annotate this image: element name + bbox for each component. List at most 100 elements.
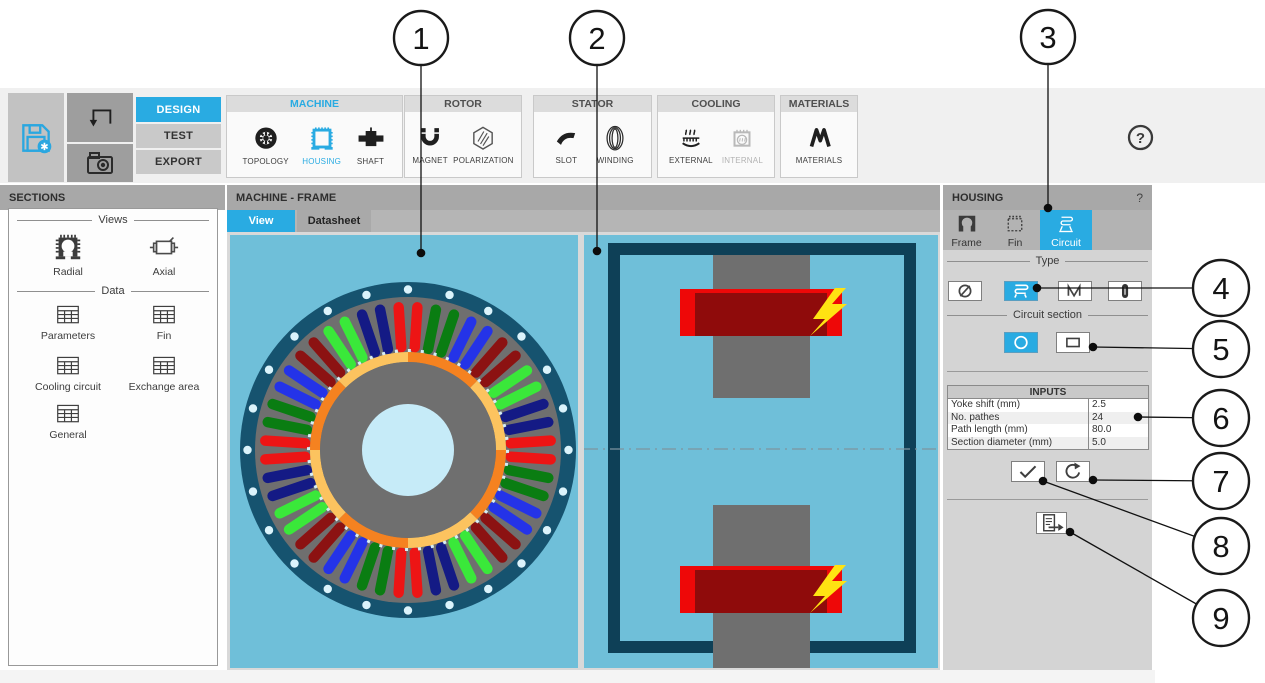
screenshot-button[interactable] bbox=[67, 144, 133, 182]
sidebar-item-radial[interactable]: Radial bbox=[18, 231, 118, 278]
export-section-button[interactable] bbox=[1036, 512, 1067, 534]
general-table-icon bbox=[57, 404, 79, 423]
callout-label-6: 6 bbox=[1212, 401, 1229, 436]
tab-frame[interactable]: Frame bbox=[943, 210, 990, 250]
housing-tab-bar: Frame Fin Circuit bbox=[943, 210, 1152, 250]
tab-datasheet[interactable]: Datasheet bbox=[297, 210, 371, 232]
ribbon-group-stator: STATOR SLOT WINDING bbox=[533, 95, 652, 178]
ribbon-group-materials: MATERIALS MATERIALS bbox=[780, 95, 858, 178]
ribbon-group-title-machine: MACHINE bbox=[227, 96, 402, 112]
section-rectangle-button[interactable] bbox=[1056, 332, 1090, 353]
section-circle-button[interactable] bbox=[1004, 332, 1038, 353]
callout-circle-7 bbox=[1191, 451, 1251, 511]
no-circuit-icon bbox=[958, 284, 972, 298]
sections-panel: Views Radial Axial Data Parameters Fin C… bbox=[8, 208, 218, 666]
checkmark-icon bbox=[1019, 465, 1037, 479]
sidebar-item-fin[interactable]: Fin bbox=[114, 303, 214, 342]
input-label: Section diameter (mm) bbox=[951, 436, 1053, 448]
ribbon-group-machine: MACHINE TOPOLOGY HOUSING SHAFT bbox=[226, 95, 403, 178]
design-mode-button[interactable]: DESIGN bbox=[136, 97, 221, 122]
machine-frame-title: MACHINE - FRAME bbox=[236, 191, 337, 204]
help-button[interactable]: ? bbox=[1127, 124, 1154, 151]
sidebar-item-parameters[interactable]: Parameters bbox=[18, 303, 118, 342]
camera-icon bbox=[87, 152, 113, 174]
callout-label-4: 4 bbox=[1212, 271, 1229, 306]
no-pathes-field[interactable]: 24 bbox=[1088, 411, 1148, 424]
axial-circuit-icon bbox=[1121, 283, 1129, 299]
fin-table-icon bbox=[153, 305, 175, 324]
circuit-type-serpentine-button[interactable] bbox=[1004, 281, 1038, 301]
ribbon-item-housing[interactable]: HOUSING bbox=[300, 123, 343, 166]
apply-button[interactable] bbox=[1011, 461, 1045, 482]
magnet-icon bbox=[420, 128, 440, 146]
sidebar-item-exchange-area[interactable]: Exchange area bbox=[114, 354, 214, 393]
machine-frame-header: MACHINE - FRAME bbox=[227, 185, 940, 210]
data-group-divider: Data bbox=[17, 285, 209, 297]
table-row: Path length (mm) 80.0 bbox=[948, 424, 1148, 437]
ribbon-item-shaft[interactable]: SHAFT bbox=[353, 123, 389, 166]
sections-title: SECTIONS bbox=[9, 191, 66, 204]
path-length-field[interactable]: 80.0 bbox=[1088, 424, 1148, 437]
callout-label-9: 9 bbox=[1212, 601, 1229, 636]
ribbon-item-magnet[interactable]: MAGNET bbox=[410, 124, 449, 165]
callout-circle-3 bbox=[1019, 8, 1077, 66]
parameters-table-icon bbox=[57, 305, 79, 324]
test-mode-button[interactable]: TEST bbox=[136, 124, 221, 148]
sidebar-item-general[interactable]: General bbox=[18, 402, 118, 441]
callout-label-5: 5 bbox=[1212, 332, 1229, 367]
callout-circle-5 bbox=[1191, 319, 1251, 379]
circuit-type-zigzag-button[interactable] bbox=[1058, 281, 1092, 301]
callout-circle-4 bbox=[1191, 258, 1251, 318]
exchange-area-table-icon bbox=[153, 356, 175, 375]
status-strip bbox=[0, 670, 1155, 683]
axial-view-icon bbox=[149, 237, 179, 255]
tab-fin[interactable]: Fin bbox=[990, 210, 1040, 250]
ribbon-group-title-stator: STATOR bbox=[534, 96, 651, 112]
section-diameter-field[interactable]: 5.0 bbox=[1088, 436, 1148, 449]
ribbon-item-topology[interactable]: TOPOLOGY bbox=[240, 123, 290, 166]
yoke-shift-field[interactable]: 2.5 bbox=[1088, 399, 1148, 412]
save-icon bbox=[22, 123, 52, 153]
ribbon-item-materials[interactable]: MATERIALS bbox=[794, 124, 845, 165]
table-row: Section diameter (mm) 5.0 bbox=[948, 436, 1148, 449]
tab-circuit[interactable]: Circuit bbox=[1040, 210, 1092, 250]
sidebar-item-cooling-circuit[interactable]: Cooling circuit bbox=[18, 354, 118, 393]
ribbon-item-slot[interactable]: SLOT bbox=[549, 124, 583, 165]
divider bbox=[947, 499, 1148, 500]
callout-label-1: 1 bbox=[412, 21, 429, 56]
housing-title: HOUSING bbox=[952, 191, 1004, 204]
ribbon-item-external[interactable]: EXTERNAL bbox=[667, 124, 715, 165]
save-button[interactable] bbox=[8, 93, 64, 182]
callout-circle-8 bbox=[1191, 516, 1251, 576]
circle-section-icon bbox=[1014, 335, 1028, 350]
divider bbox=[947, 371, 1148, 372]
radial-view[interactable] bbox=[230, 235, 578, 668]
ribbon-group-cooling: COOLING EXTERNAL INTERNAL bbox=[657, 95, 775, 178]
tab-view[interactable]: View bbox=[227, 210, 295, 232]
circuit-section-divider: Circuit section bbox=[947, 309, 1148, 321]
axial-view[interactable] bbox=[584, 235, 938, 668]
housing-panel: HOUSING ? Frame Fin Circuit Type Circuit… bbox=[943, 185, 1152, 670]
circuit-type-axial-button[interactable] bbox=[1108, 281, 1142, 301]
housing-help-button[interactable]: ? bbox=[1136, 191, 1143, 205]
callout-circle-1 bbox=[392, 9, 450, 67]
serpentine-circuit-icon bbox=[1014, 284, 1029, 298]
callout-label-7: 7 bbox=[1212, 464, 1229, 499]
frame-tab-icon bbox=[958, 215, 975, 231]
machine-view-canvas bbox=[227, 232, 940, 670]
ribbon-item-winding[interactable]: WINDING bbox=[595, 124, 636, 165]
svg-text:?: ? bbox=[1136, 130, 1145, 147]
circuit-type-none-button[interactable] bbox=[948, 281, 982, 301]
callout-circle-9 bbox=[1191, 588, 1251, 648]
main-tab-bar: View Datasheet bbox=[227, 210, 940, 232]
export-document-icon bbox=[1043, 514, 1064, 532]
ribbon-item-polarization[interactable]: POLARIZATION bbox=[451, 124, 515, 165]
type-group-divider: Type bbox=[947, 255, 1148, 267]
slot-icon bbox=[557, 132, 576, 145]
reset-button[interactable] bbox=[1056, 461, 1090, 482]
export-mode-button[interactable]: EXPORT bbox=[136, 150, 221, 174]
reset-icon bbox=[1065, 462, 1081, 479]
sidebar-item-axial[interactable]: Axial bbox=[114, 231, 214, 278]
undo-button[interactable] bbox=[67, 93, 133, 142]
table-row: No. pathes 24 bbox=[948, 411, 1148, 424]
